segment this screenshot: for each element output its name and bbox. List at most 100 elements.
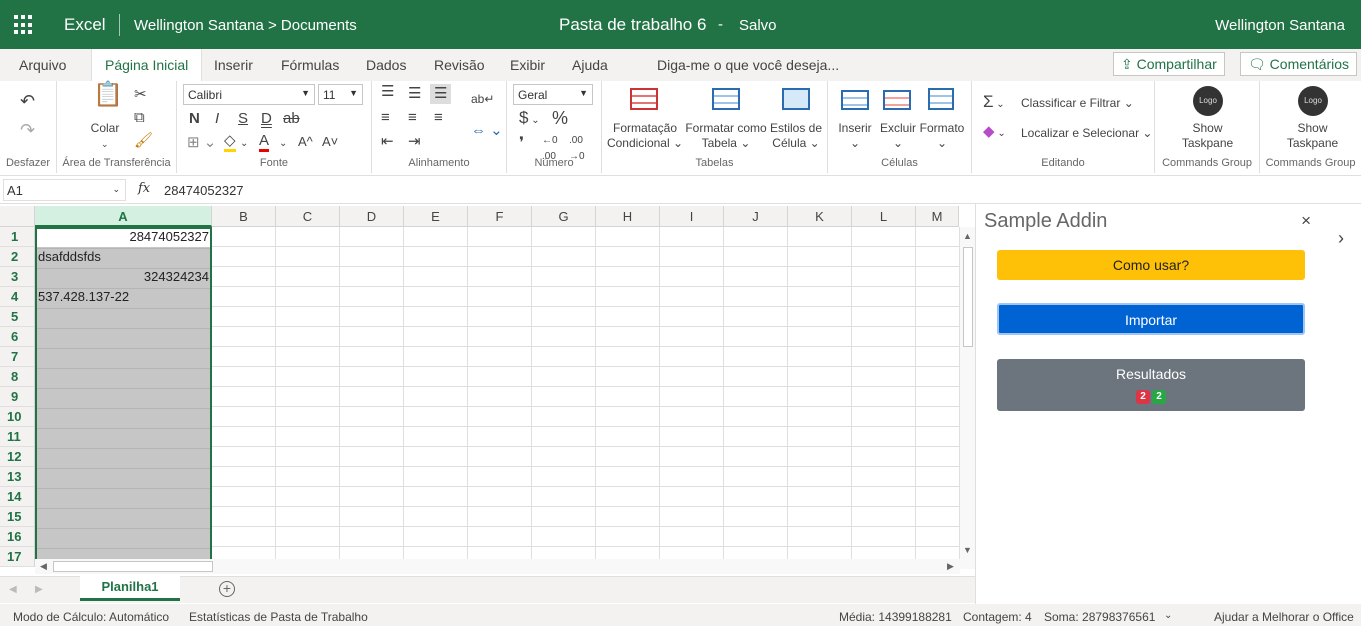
tab-arquivo[interactable]: Arquivo: [19, 57, 66, 73]
grow-font-icon[interactable]: A^: [298, 134, 313, 150]
row-header[interactable]: 12: [0, 447, 35, 467]
row-header[interactable]: 15: [0, 507, 35, 527]
help-improve-office[interactable]: Ajudar a Melhorar o Office: [1214, 610, 1354, 624]
percent-icon[interactable]: %: [552, 109, 568, 127]
add-sheet-icon[interactable]: +: [219, 581, 235, 597]
column-header-m[interactable]: M: [916, 206, 959, 227]
tab-revisao[interactable]: Revisão: [434, 57, 485, 73]
tab-dados[interactable]: Dados: [366, 57, 406, 73]
comma-style-icon[interactable]: ❜: [519, 136, 524, 152]
calc-mode[interactable]: Modo de Cálculo: Automático: [13, 610, 169, 624]
paste-dropdown-icon[interactable]: ⌄: [101, 136, 109, 152]
close-icon[interactable]: ×: [1301, 211, 1311, 231]
scroll-left-icon[interactable]: ◀: [40, 561, 47, 572]
column-header-h[interactable]: H: [596, 206, 660, 227]
results-button[interactable]: Resultados 22: [997, 359, 1305, 411]
vertical-scrollbar[interactable]: ▲ ▼: [959, 227, 975, 569]
delete-cells-button[interactable]: Excluir ⌄: [877, 121, 919, 151]
align-right-icon[interactable]: ≡: [434, 110, 443, 126]
row-header[interactable]: 3: [0, 267, 35, 287]
font-color-icon[interactable]: A: [259, 133, 270, 152]
paste-label[interactable]: Colar: [87, 121, 123, 136]
user-name[interactable]: Wellington Santana: [1215, 17, 1345, 34]
insert-function-icon[interactable]: fx: [138, 181, 150, 196]
tab-inserir[interactable]: Inserir: [214, 57, 253, 73]
redo-icon[interactable]: ↷: [20, 121, 35, 139]
column-header-f[interactable]: F: [468, 206, 532, 227]
show-taskpane-button-1[interactable]: Show Taskpane: [1155, 121, 1260, 151]
app-name[interactable]: Excel: [64, 15, 106, 35]
currency-icon[interactable]: $ ⌄: [519, 109, 540, 129]
find-select-button[interactable]: Localizar e Selecionar ⌄: [1021, 126, 1152, 141]
cell-styles-icon[interactable]: [782, 88, 810, 110]
clear-icon[interactable]: ◆ ⌄: [983, 124, 1006, 142]
font-name-select[interactable]: Calibri ▼: [183, 84, 315, 105]
sheet-tab-planilha1[interactable]: Planilha1: [80, 576, 180, 601]
format-as-table-button[interactable]: Formatar como Tabela ⌄: [685, 121, 767, 151]
format-cells-button[interactable]: Formato ⌄: [918, 121, 966, 151]
column-header-b[interactable]: B: [212, 206, 276, 227]
delete-cells-icon[interactable]: [883, 90, 911, 110]
merge-center-icon[interactable]: ⇔ ⌄: [471, 123, 503, 139]
column-header-j[interactable]: J: [724, 206, 788, 227]
align-left-icon[interactable]: ≡: [381, 110, 390, 126]
align-bottom-icon[interactable]: ☰: [430, 84, 452, 104]
tell-me-search[interactable]: Diga-me o que você deseja...: [657, 57, 839, 73]
double-underline-icon[interactable]: D: [261, 111, 272, 127]
column-header-i[interactable]: I: [660, 206, 724, 227]
paste-icon[interactable]: 📋: [93, 83, 123, 107]
conditional-format-icon[interactable]: [630, 88, 658, 110]
cell-a2[interactable]: dsafddsfds: [38, 247, 101, 267]
format-cells-icon[interactable]: [928, 88, 954, 110]
align-top-icon[interactable]: ☰: [381, 84, 394, 100]
cell-a3[interactable]: 324324234: [37, 267, 209, 287]
addin-logo-icon[interactable]: Logo: [1193, 86, 1223, 116]
wrap-text-icon[interactable]: ab↵: [471, 91, 494, 107]
column-header-e[interactable]: E: [404, 206, 468, 227]
fill-color-icon[interactable]: ◇: [224, 133, 236, 152]
borders-icon[interactable]: ⊞ ⌄: [187, 135, 216, 151]
decrease-indent-icon[interactable]: ⇤: [381, 134, 394, 150]
select-all-corner[interactable]: [0, 206, 35, 227]
row-header[interactable]: 6: [0, 327, 35, 347]
prev-sheet-icon[interactable]: ◀: [9, 582, 17, 598]
undo-icon[interactable]: ↶: [20, 92, 35, 110]
addin-logo-icon[interactable]: Logo: [1298, 86, 1328, 116]
autosum-icon[interactable]: Σ ⌄: [983, 93, 1005, 113]
name-box[interactable]: A1 ⌄: [3, 179, 126, 201]
show-taskpane-button-2[interactable]: Show Taskpane: [1260, 121, 1361, 151]
column-header-d[interactable]: D: [340, 206, 404, 227]
tab-formulas[interactable]: Fórmulas: [281, 57, 339, 73]
row-header[interactable]: 2: [0, 247, 35, 267]
scroll-right-icon[interactable]: ▶: [947, 561, 954, 572]
font-size-select[interactable]: 11 ▼: [318, 84, 363, 105]
insert-cells-icon[interactable]: [841, 90, 869, 110]
column-header-g[interactable]: G: [532, 206, 596, 227]
conditional-format-button[interactable]: Formatação Condicional ⌄: [605, 121, 685, 151]
row-header[interactable]: 11: [0, 427, 35, 447]
row-header[interactable]: 5: [0, 307, 35, 327]
sort-filter-button[interactable]: Classificar e Filtrar ⌄: [1021, 96, 1134, 111]
worksheet-grid[interactable]: A B C D E F G H I J K L M 1 2 3 4 5 6 7 …: [0, 206, 975, 578]
column-header-l[interactable]: L: [852, 206, 916, 227]
scroll-thumb[interactable]: [53, 561, 213, 572]
status-dropdown-icon[interactable]: ⌄: [1164, 610, 1172, 621]
row-header[interactable]: 8: [0, 367, 35, 387]
horizontal-scrollbar[interactable]: ◀ ▶: [35, 559, 960, 574]
row-header[interactable]: 10: [0, 407, 35, 427]
scroll-thumb[interactable]: [963, 247, 973, 347]
comments-button[interactable]: 🗨 Comentários: [1240, 52, 1358, 76]
cell-a1[interactable]: 28474052327: [37, 227, 209, 247]
scroll-up-icon[interactable]: ▲: [963, 231, 972, 241]
column-header-a[interactable]: A: [35, 206, 212, 227]
copy-icon[interactable]: ⧉: [134, 110, 145, 126]
share-button[interactable]: ⇪ Compartilhar: [1113, 52, 1225, 76]
tab-pagina-inicial[interactable]: Página Inicial: [91, 49, 203, 81]
document-title[interactable]: Pasta de trabalho 6: [559, 15, 706, 35]
format-as-table-icon[interactable]: [712, 88, 740, 110]
increase-indent-icon[interactable]: ⇥: [408, 134, 421, 150]
underline-icon[interactable]: S: [238, 111, 248, 127]
tab-ajuda[interactable]: Ajuda: [572, 57, 608, 73]
bold-icon[interactable]: N: [189, 111, 200, 127]
row-header[interactable]: 9: [0, 387, 35, 407]
